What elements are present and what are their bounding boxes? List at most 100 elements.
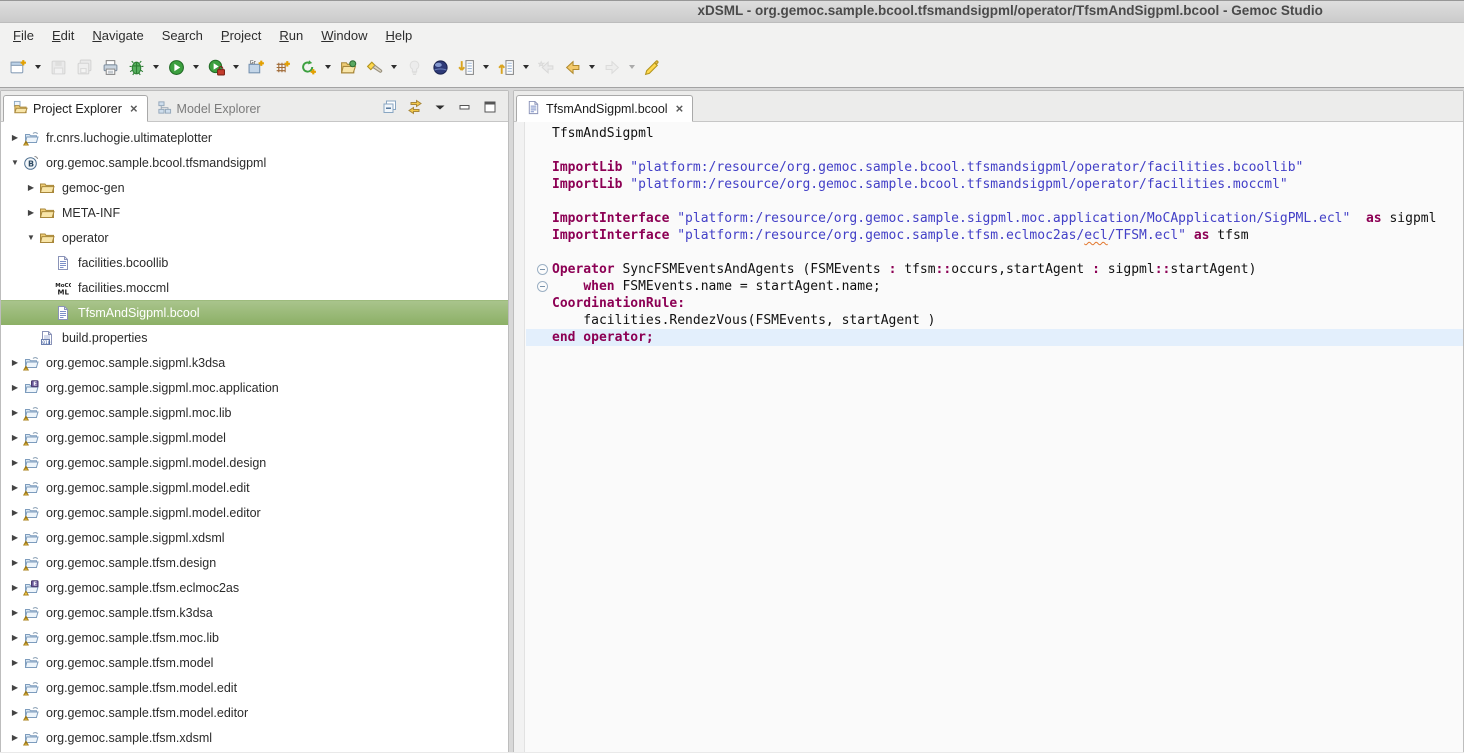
refresh-plus-icon[interactable] xyxy=(295,54,321,80)
tree-item-org-gemoc-sample-sigpml-model-editor[interactable]: ▶org.gemoc.sample.sigpml.model.editor xyxy=(1,500,508,525)
expand-arrow-icon[interactable]: ▶ xyxy=(7,683,23,692)
new-dropdown[interactable] xyxy=(31,54,45,80)
expand-arrow-icon[interactable]: ▶ xyxy=(7,708,23,717)
expand-arrow-icon[interactable]: ▶ xyxy=(7,558,23,567)
project-tree[interactable]: ▶fr.cnrs.luchogie.ultimateplotter▼Borg.g… xyxy=(1,122,508,752)
code-line-4[interactable]: ImportLib "platform:/resource/org.gemoc.… xyxy=(526,176,1463,193)
tree-item-org-gemoc-sample-tfsm-moc-lib[interactable]: ▶org.gemoc.sample.tfsm.moc.lib xyxy=(1,625,508,650)
print-icon[interactable] xyxy=(97,54,123,80)
search-dropdown[interactable] xyxy=(387,54,401,80)
back-dropdown[interactable] xyxy=(585,54,599,80)
menu-navigate[interactable]: Navigate xyxy=(83,25,152,46)
flashlight-icon[interactable] xyxy=(361,54,387,80)
tree-item-org-gemoc-sample-tfsm-eclmoc2as[interactable]: ▶Eorg.gemoc.sample.tfsm.eclmoc2as xyxy=(1,575,508,600)
tree-item-org-gemoc-sample-sigpml-model[interactable]: ▶org.gemoc.sample.sigpml.model xyxy=(1,425,508,450)
minimize-view-icon[interactable] xyxy=(457,99,473,115)
expand-arrow-icon[interactable]: ▶ xyxy=(7,383,23,392)
code-line-1[interactable]: TfsmAndSigpml xyxy=(526,125,1463,142)
code-line-7[interactable]: ImportInterface "platform:/resource/org.… xyxy=(526,227,1463,244)
tree-item-org-gemoc-sample-tfsm-xdsml[interactable]: ▶org.gemoc.sample.tfsm.xdsml xyxy=(1,725,508,750)
tree-item-facilities-bcoollib[interactable]: facilities.bcoollib xyxy=(1,250,508,275)
tree-item-org-gemoc-sample-sigpml-model-design[interactable]: ▶org.gemoc.sample.sigpml.model.design xyxy=(1,450,508,475)
fold-collapse-icon[interactable] xyxy=(537,281,548,292)
tree-item-org-gemoc-sample-sigpml-k3dsa[interactable]: ▶org.gemoc.sample.sigpml.k3dsa xyxy=(1,350,508,375)
code-line-12[interactable]: facilities.RendezVous(FSMEvents, startAg… xyxy=(526,312,1463,329)
run-icon[interactable] xyxy=(163,54,189,80)
expand-arrow-icon[interactable]: ▶ xyxy=(23,208,39,217)
external-tools-icon[interactable] xyxy=(203,54,229,80)
menu-project[interactable]: Project xyxy=(212,25,270,46)
tree-item-org-gemoc-sample-tfsm-model[interactable]: ▶org.gemoc.sample.tfsm.model xyxy=(1,650,508,675)
tree-item-org-gemoc-sample-tfsm-design[interactable]: ▶org.gemoc.sample.tfsm.design xyxy=(1,550,508,575)
expand-arrow-icon[interactable]: ▶ xyxy=(7,358,23,367)
maximize-view-icon[interactable] xyxy=(482,99,498,115)
close-icon[interactable]: × xyxy=(130,102,138,115)
tree-item-org-gemoc-sample-sigpml-xdsml[interactable]: ▶org.gemoc.sample.sigpml.xdsml xyxy=(1,525,508,550)
new-representation-icon[interactable]: Gr xyxy=(243,54,269,80)
code-line-8[interactable] xyxy=(526,244,1463,261)
menu-edit[interactable]: Edit xyxy=(43,25,83,46)
code-line-11[interactable]: CoordinationRule: xyxy=(526,295,1463,312)
next-annotation-icon[interactable] xyxy=(453,54,479,80)
tree-item-org-gemoc-sample-sigpml-moc-application[interactable]: ▶Eorg.gemoc.sample.sigpml.moc.applicatio… xyxy=(1,375,508,400)
view-menu-icon[interactable] xyxy=(432,99,448,115)
menu-run[interactable]: Run xyxy=(270,25,312,46)
code-line-5[interactable] xyxy=(526,193,1463,210)
tree-item-fr-cnrs-luchogie-ultimateplotter[interactable]: ▶fr.cnrs.luchogie.ultimateplotter xyxy=(1,125,508,150)
tree-item-org-gemoc-sample-sigpml-model-edit[interactable]: ▶org.gemoc.sample.sigpml.model.edit xyxy=(1,475,508,500)
debug-dropdown[interactable] xyxy=(149,54,163,80)
grid-plus-icon[interactable] xyxy=(269,54,295,80)
create-representation-dropdown[interactable] xyxy=(321,54,335,80)
code-line-10[interactable]: when FSMEvents.name = startAgent.name; xyxy=(526,278,1463,295)
highlighter-icon[interactable] xyxy=(639,54,665,80)
menu-window[interactable]: Window xyxy=(312,25,376,46)
expand-arrow-icon[interactable]: ▶ xyxy=(7,133,23,142)
expand-arrow-icon[interactable]: ▶ xyxy=(7,633,23,642)
editor-tab-tfsmandsigpml-bcool[interactable]: TfsmAndSigpml.bcool× xyxy=(516,95,693,122)
expand-arrow-icon[interactable]: ▶ xyxy=(7,608,23,617)
collapse-arrow-icon[interactable]: ▼ xyxy=(23,233,39,242)
code-line-13[interactable]: end operator; xyxy=(526,329,1463,346)
expand-arrow-icon[interactable]: ▶ xyxy=(7,408,23,417)
tree-item-org-gemoc-sample-tfsm-model-edit[interactable]: ▶org.gemoc.sample.tfsm.model.edit xyxy=(1,675,508,700)
tree-item-operator[interactable]: ▼operator xyxy=(1,225,508,250)
new-wizard-icon[interactable] xyxy=(5,54,31,80)
fold-collapse-icon[interactable] xyxy=(537,264,548,275)
tree-item-facilities-moccml[interactable]: MoCCMLfacilities.moccml xyxy=(1,275,508,300)
tree-item-gemoc-gen[interactable]: ▶gemoc-gen xyxy=(1,175,508,200)
expand-arrow-icon[interactable]: ▶ xyxy=(7,583,23,592)
debug-icon[interactable] xyxy=(123,54,149,80)
tree-item-org-gemoc-sample-tfsm-k3dsa[interactable]: ▶org.gemoc.sample.tfsm.k3dsa xyxy=(1,600,508,625)
expand-arrow-icon[interactable]: ▶ xyxy=(7,658,23,667)
collapse-all-icon[interactable] xyxy=(382,99,398,115)
globe-icon[interactable] xyxy=(427,54,453,80)
code-editor[interactable]: TfsmAndSigpml ImportLib "platform:/resour… xyxy=(514,122,1463,752)
tree-item-meta-inf[interactable]: ▶META-INF xyxy=(1,200,508,225)
tree-item-org-gemoc-sample-tfsm-model-editor[interactable]: ▶org.gemoc.sample.tfsm.model.editor xyxy=(1,700,508,725)
explorer-tab-project-explorer[interactable]: Project Explorer× xyxy=(3,95,148,122)
code-line-2[interactable] xyxy=(526,142,1463,159)
previous-annotation-dropdown[interactable] xyxy=(519,54,533,80)
open-folder-icon[interactable] xyxy=(335,54,361,80)
code-line-6[interactable]: ImportInterface "platform:/resource/org.… xyxy=(526,210,1463,227)
expand-arrow-icon[interactable]: ▶ xyxy=(7,458,23,467)
back-arrow-icon[interactable] xyxy=(559,54,585,80)
menu-help[interactable]: Help xyxy=(376,25,421,46)
expand-arrow-icon[interactable]: ▶ xyxy=(23,183,39,192)
explorer-tab-model-explorer[interactable]: Model Explorer xyxy=(148,95,270,122)
run-dropdown[interactable] xyxy=(189,54,203,80)
expand-arrow-icon[interactable]: ▶ xyxy=(7,508,23,517)
run-external-tools-dropdown[interactable] xyxy=(229,54,243,80)
next-annotation-dropdown[interactable] xyxy=(479,54,493,80)
tree-item-org-gemoc-sample-bcool-tfsmandsigpml[interactable]: ▼Borg.gemoc.sample.bcool.tfsmandsigpml xyxy=(1,150,508,175)
link-with-editor-icon[interactable] xyxy=(407,99,423,115)
expand-arrow-icon[interactable]: ▶ xyxy=(7,483,23,492)
tree-item-build-properties[interactable]: 010build.properties xyxy=(1,325,508,350)
code-line-9[interactable]: Operator SyncFSMEventsAndAgents (FSMEven… xyxy=(526,261,1463,278)
expand-arrow-icon[interactable]: ▶ xyxy=(7,533,23,542)
menu-file[interactable]: File xyxy=(4,25,43,46)
collapse-arrow-icon[interactable]: ▼ xyxy=(7,158,23,167)
expand-arrow-icon[interactable]: ▶ xyxy=(7,433,23,442)
tree-item-org-gemoc-sample-sigpml-moc-lib[interactable]: ▶org.gemoc.sample.sigpml.moc.lib xyxy=(1,400,508,425)
menu-search[interactable]: Search xyxy=(153,25,212,46)
